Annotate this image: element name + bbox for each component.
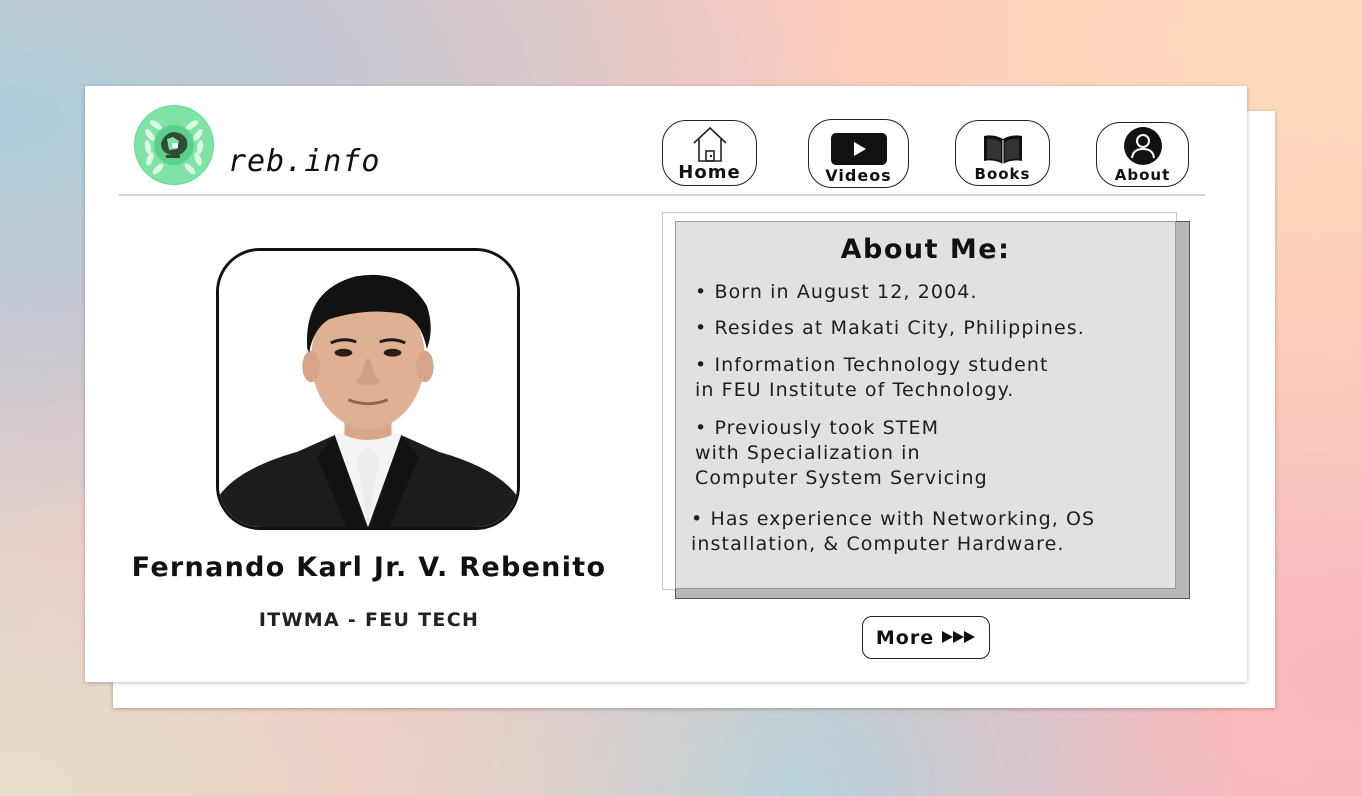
nav-videos-button[interactable]: Videos: [808, 119, 909, 188]
nav-videos-label: Videos: [825, 166, 892, 185]
user-icon: [1123, 126, 1163, 166]
about-item-experience: • Has experience with Networking, OS ins…: [691, 508, 1096, 555]
about-panel: About Me: • Born in August 12, 2004. • R…: [675, 221, 1176, 589]
nav-home-button[interactable]: Home: [662, 120, 757, 186]
brand-name[interactable]: reb.info: [228, 144, 381, 179]
house-icon: [692, 126, 728, 162]
nav-books-label: Books: [974, 165, 1031, 183]
profile-photo: [216, 248, 520, 530]
about-item-residence: • Resides at Makati City, Philippines.: [695, 317, 1085, 339]
about-item-education: • Information Technology student in FEU …: [695, 354, 1049, 401]
header-divider: [119, 194, 1205, 196]
about-item-birth: • Born in August 12, 2004.: [695, 281, 978, 303]
triple-arrow-icon: [942, 627, 976, 649]
about-title: About Me:: [840, 234, 1011, 265]
main-card: reb.info Home Videos Books About Fernand…: [85, 86, 1247, 682]
nav-about-label: About: [1114, 166, 1171, 184]
about-item-stem: • Previously took STEM with Specializati…: [695, 417, 988, 489]
more-label: More: [875, 626, 935, 649]
nav-home-label: Home: [678, 162, 741, 183]
nav-books-button[interactable]: Books: [955, 120, 1050, 186]
profile-organization: ITWMA - FEU TECH: [258, 609, 480, 631]
play-icon: [830, 132, 888, 166]
open-book-icon: [982, 133, 1024, 165]
nav-about-button[interactable]: About: [1096, 122, 1189, 187]
logo-icon[interactable]: [134, 105, 214, 185]
more-button[interactable]: More: [862, 616, 990, 659]
profile-name: Fernando Karl Jr. V. Rebenito: [131, 552, 607, 583]
